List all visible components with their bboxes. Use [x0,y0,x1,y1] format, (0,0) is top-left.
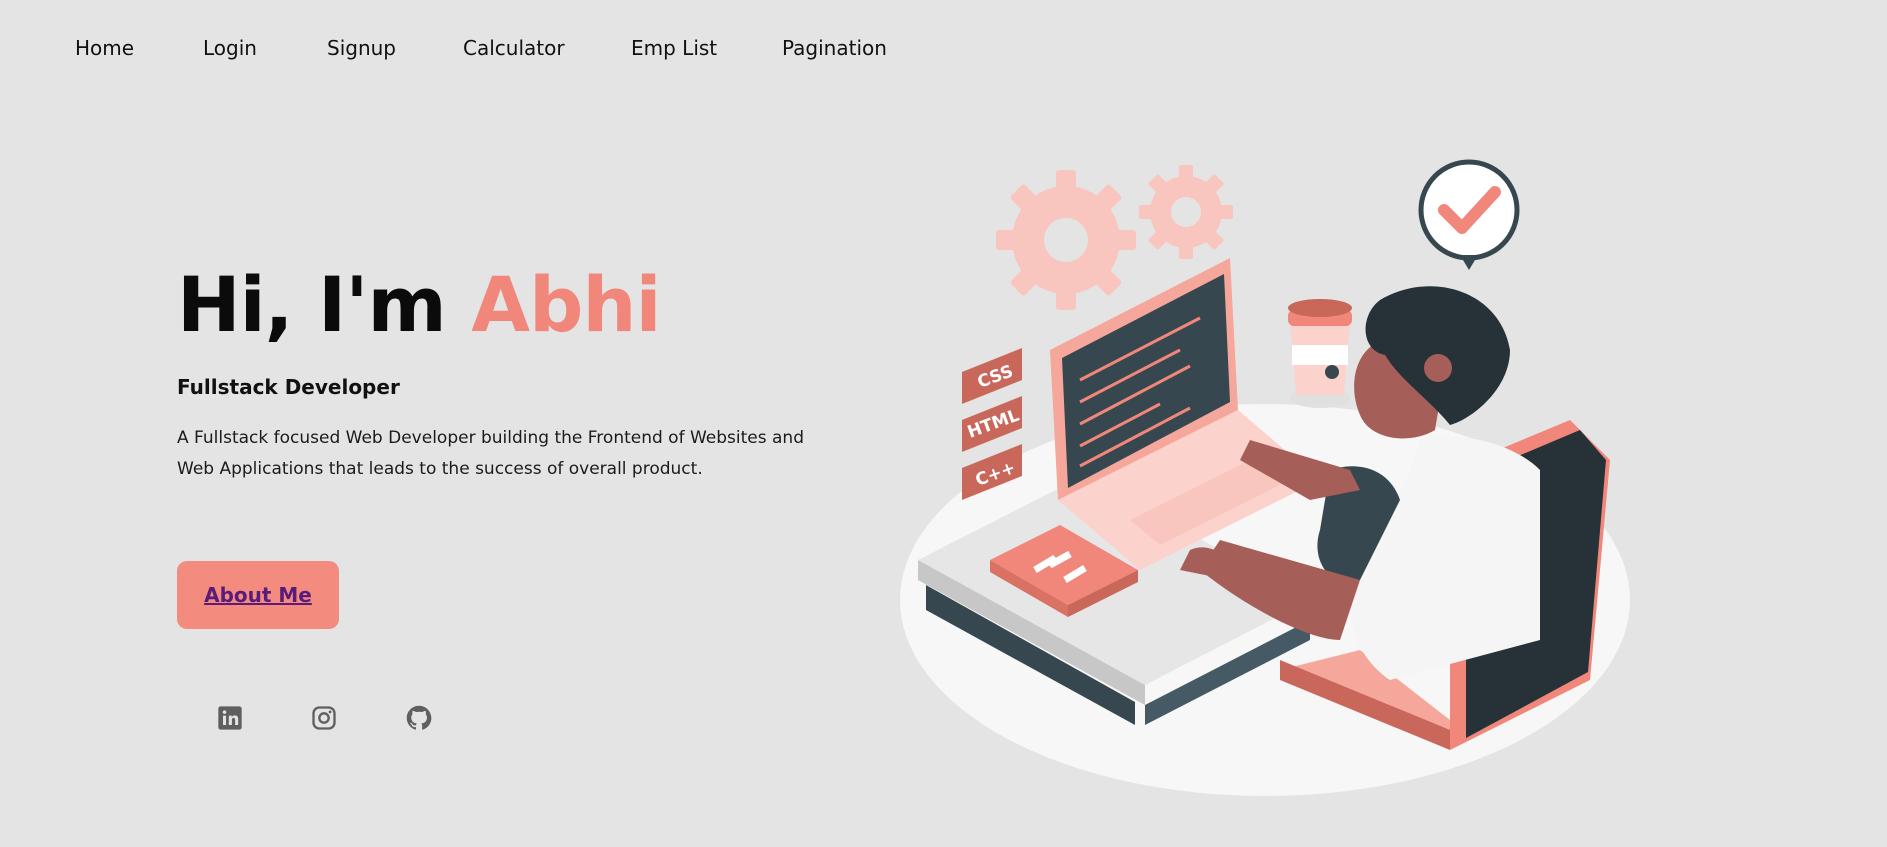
gear-icon [996,170,1136,310]
nav-calculator[interactable]: Calculator [463,36,565,60]
coffee-cup-icon [1288,299,1352,408]
top-nav: Home Login Signup Calculator Emp List Pa… [0,0,1887,98]
instagram-icon[interactable] [310,704,338,732]
greeting-name: Abhi [471,260,661,349]
nav-signup[interactable]: Signup [327,36,396,60]
hero-description: A Fullstack focused Web Developer buildi… [177,428,804,479]
developer-illustration: CSS HTML C++ [900,159,1630,796]
linkedin-icon[interactable] [216,704,244,732]
nav-home[interactable]: Home [75,36,134,60]
nav-pagination[interactable]: Pagination [782,36,887,60]
github-icon[interactable] [405,704,433,732]
hero-greeting: Hi, I'm Abhi [177,267,662,343]
gear-icon [1139,165,1233,259]
greeting-prefix: Hi, I'm [177,260,472,349]
checkmark-bubble-icon [1418,159,1520,270]
nav-emp-list[interactable]: Emp List [631,36,717,60]
about-me-button[interactable]: About Me [177,561,339,629]
nav-login[interactable]: Login [203,36,257,60]
hero-role: Fullstack Developer [177,375,400,399]
